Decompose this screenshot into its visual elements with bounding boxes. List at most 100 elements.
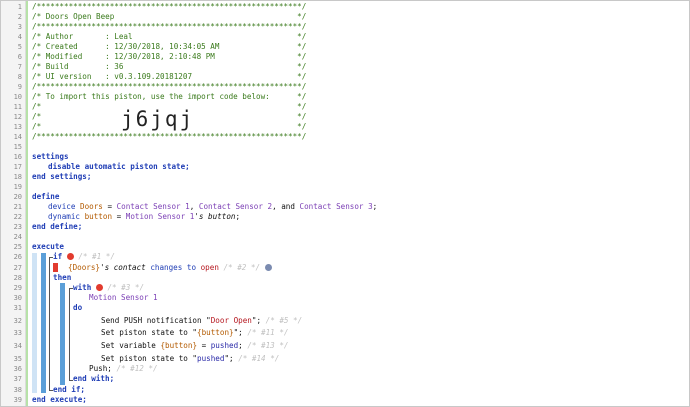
comment-ui-version: /* UI version : v0.3.109.20181207 */ [32, 72, 307, 81]
with-options-icon[interactable] [95, 283, 103, 291]
end-if-line[interactable]: end if; [53, 385, 85, 395]
motion-sensor-1: Motion Sensor 1 [125, 212, 195, 221]
with-keyword: with [73, 283, 92, 292]
if-line[interactable]: if /* #1 */ [53, 252, 115, 262]
and-separator: , and [272, 202, 300, 211]
define-line[interactable]: define [32, 192, 59, 202]
line-number: 10 [13, 93, 22, 101]
line-number: 37 [13, 375, 22, 383]
end-if-keyword: end if; [53, 385, 86, 394]
doors-variable: Doors [80, 202, 103, 211]
statement-id-3: /* #3 */ [107, 283, 145, 292]
line-number: 23 [13, 223, 22, 231]
if-options-icon[interactable] [66, 252, 74, 260]
statement-id-5: /* #5 */ [265, 316, 303, 325]
pushed-string: pushed [197, 354, 225, 363]
button-attribute: 's button [194, 212, 236, 221]
comment-author: /* Author : Leal */ [32, 32, 307, 41]
condition-options-icon[interactable] [264, 263, 272, 271]
line-number: 3 [17, 23, 22, 31]
line-number: 17 [13, 163, 22, 171]
comment-border: /***************************************… [32, 132, 307, 141]
pushed-value: pushed [210, 341, 239, 350]
disable-statement: disable automatic piston state; [48, 162, 190, 171]
set-state-end: "; [233, 328, 243, 337]
set-variable-task[interactable]: Set variable {button} = pushed; /* #13 *… [101, 341, 288, 351]
line-number: 7 [17, 63, 22, 71]
with-bracket [69, 288, 70, 381]
set-variable-text: Set variable [101, 341, 161, 350]
then-keyword: then [53, 273, 72, 282]
equals: = [102, 202, 117, 211]
execute-line[interactable]: execute [32, 242, 64, 252]
line-number: 8 [17, 73, 22, 81]
line-number: 28 [13, 274, 22, 282]
execute-block-bar [32, 253, 37, 393]
settings-line[interactable]: settings [32, 152, 69, 162]
button-expression: {button} [197, 328, 234, 337]
line-number: 32 [13, 317, 22, 325]
dynamic-variable-line[interactable]: dynamic button = Motion Sensor 1's butto… [48, 212, 240, 222]
comment-created: /* Created : 12/30/2018, 10:34:05 AM */ [32, 42, 307, 51]
with-device-line[interactable]: Motion Sensor 1 [89, 293, 158, 303]
dynamic-type: dynamic [48, 212, 81, 221]
device-type: device [48, 202, 76, 211]
device-variable-line[interactable]: device Doors = Contact Sensor 1, Contact… [48, 202, 377, 212]
do-keyword: do [73, 303, 83, 312]
open-value: open [200, 263, 219, 272]
condition-trigger-marker [53, 263, 58, 272]
statement-id-2: /* #2 */ [223, 263, 261, 272]
statement-id-12: /* #12 */ [116, 364, 158, 373]
import-code[interactable]: j6jqj [121, 109, 194, 130]
line-number: 19 [13, 183, 22, 191]
send-push-end: "; [251, 316, 262, 325]
end-execute-line[interactable]: end execute; [32, 395, 87, 405]
end-define-line[interactable]: end define; [32, 222, 82, 232]
end-settings-line[interactable]: end settings; [32, 172, 91, 182]
line-number: 1 [17, 3, 22, 11]
door-open-message: Door Open [210, 316, 252, 325]
changes-to-operator: changes to [150, 263, 197, 272]
disable-state-line[interactable]: disable automatic piston state; [48, 162, 190, 172]
set-state-text: Set piston state to " [101, 328, 198, 337]
statement-id-11: /* #11 */ [247, 328, 289, 337]
define-keyword: define [32, 192, 60, 201]
line-number: 33 [13, 329, 22, 337]
button-variable-ref: {button} [160, 341, 198, 350]
push-line[interactable]: Push; /* #12 */ [89, 364, 158, 374]
with-line[interactable]: with /* #3 */ [73, 283, 144, 293]
line-number: 34 [13, 342, 22, 350]
line-number: 2 [17, 13, 22, 21]
piston-code-editor: 1 2 3 4 5 6 7 8 9 10 11 12 13 14 15 16 17 18 19 20 21 22 23 24 2… [0, 0, 690, 407]
settings-keyword: settings [32, 152, 69, 161]
do-line[interactable]: do [73, 303, 82, 313]
end-with-keyword: end with; [73, 374, 115, 383]
semicolon: ; [235, 212, 241, 221]
comment-title: /* Doors Open Beep */ [32, 12, 307, 21]
set-state-task[interactable]: Set piston state to "{button}"; /* #11 *… [101, 328, 288, 338]
contact-sensor-1: Contact Sensor 1 [116, 202, 190, 211]
line-number: 9 [17, 83, 22, 91]
send-push-task[interactable]: Send PUSH notification "Door Open"; /* #… [101, 316, 302, 326]
comma: , [189, 202, 199, 211]
set-state-task-2[interactable]: Set piston state to "pushed"; /* #14 */ [101, 354, 279, 364]
line-number: 14 [13, 133, 22, 141]
line-number: 39 [13, 396, 22, 404]
comment-import-message: /* To import this piston, use the import… [32, 92, 307, 101]
end-with-line[interactable]: end with; [73, 374, 114, 384]
line-number: 24 [13, 233, 22, 241]
line-number: 29 [13, 284, 22, 292]
line-number: 6 [17, 53, 22, 61]
if-bracket [49, 257, 50, 391]
condition-line[interactable]: {Doors}'s contact changes to open /* #2 … [68, 263, 272, 273]
equals: = [197, 341, 211, 350]
end-execute-keyword: end execute; [32, 395, 87, 404]
line-number: 11 [13, 103, 22, 111]
end-settings-keyword: end settings; [32, 172, 92, 181]
line-number: 26 [13, 253, 22, 261]
then-line[interactable]: then [53, 273, 71, 283]
statement-id-1: /* #1 */ [78, 252, 115, 261]
line-number: 36 [13, 365, 22, 373]
comment-border: /***************************************… [32, 2, 307, 11]
line-number: 25 [13, 243, 22, 251]
